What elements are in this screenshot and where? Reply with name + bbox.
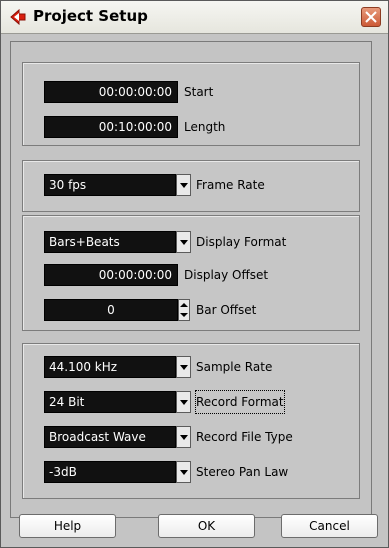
close-button[interactable] bbox=[361, 7, 381, 27]
bar-offset-spinner[interactable] bbox=[178, 299, 190, 321]
record-file-type-dropdown[interactable]: Broadcast Wave bbox=[44, 426, 176, 448]
sample-rate-dropdown[interactable]: 44.100 kHz bbox=[44, 356, 176, 378]
length-field[interactable]: 00:10:00:00 bbox=[44, 116, 178, 138]
display-group: Bars+Beats Display Format 00:00:00:00 Di… bbox=[22, 215, 360, 331]
record-file-type-chevron-down-icon[interactable] bbox=[176, 426, 191, 448]
ok-button[interactable]: OK bbox=[158, 514, 255, 538]
title-bar[interactable]: Project Setup bbox=[1, 1, 388, 34]
record-file-type-label: Record File Type bbox=[196, 430, 293, 444]
frame-rate-group: 30 fps Frame Rate bbox=[22, 160, 360, 212]
audio-group: 44.100 kHz Sample Rate 24 Bit Record For… bbox=[22, 343, 360, 499]
stereo-pan-law-label: Stereo Pan Law bbox=[196, 465, 289, 479]
start-field[interactable]: 00:00:00:00 bbox=[44, 81, 178, 103]
display-offset-label: Display Offset bbox=[184, 268, 269, 282]
bar-offset-label: Bar Offset bbox=[196, 303, 257, 317]
spin-down-icon[interactable] bbox=[180, 311, 188, 319]
start-label: Start bbox=[184, 85, 214, 99]
record-format-dropdown[interactable]: 24 Bit bbox=[44, 391, 176, 413]
project-setup-dialog: Project Setup 00:00:00:00 Start 00:10:00… bbox=[0, 0, 389, 548]
bar-offset-field[interactable]: 0 bbox=[44, 299, 178, 321]
display-offset-field[interactable]: 00:00:00:00 bbox=[44, 264, 178, 286]
record-format-chevron-down-icon[interactable] bbox=[176, 391, 191, 413]
sample-rate-chevron-down-icon[interactable] bbox=[176, 356, 191, 378]
cancel-button[interactable]: Cancel bbox=[281, 514, 378, 538]
record-format-label: Record Format bbox=[195, 390, 285, 414]
display-format-dropdown[interactable]: Bars+Beats bbox=[44, 231, 176, 253]
sample-rate-label: Sample Rate bbox=[196, 360, 273, 374]
length-label: Length bbox=[184, 120, 226, 134]
frame-rate-dropdown[interactable]: 30 fps bbox=[44, 174, 176, 196]
window-title: Project Setup bbox=[33, 7, 148, 25]
help-button[interactable]: Help bbox=[19, 514, 116, 538]
display-format-label: Display Format bbox=[196, 235, 287, 249]
stereo-pan-law-dropdown[interactable]: -3dB bbox=[44, 461, 176, 483]
spin-up-icon[interactable] bbox=[180, 301, 188, 309]
close-icon bbox=[365, 11, 377, 23]
cubase-arrow-icon bbox=[10, 9, 26, 25]
dialog-body: 00:00:00:00 Start 00:10:00:00 Length 30 … bbox=[10, 41, 372, 518]
display-format-chevron-down-icon[interactable] bbox=[176, 231, 191, 253]
timing-group: 00:00:00:00 Start 00:10:00:00 Length bbox=[22, 62, 360, 146]
frame-rate-chevron-down-icon[interactable] bbox=[176, 174, 191, 196]
stereo-pan-law-chevron-down-icon[interactable] bbox=[176, 461, 191, 483]
frame-rate-label: Frame Rate bbox=[196, 178, 265, 192]
